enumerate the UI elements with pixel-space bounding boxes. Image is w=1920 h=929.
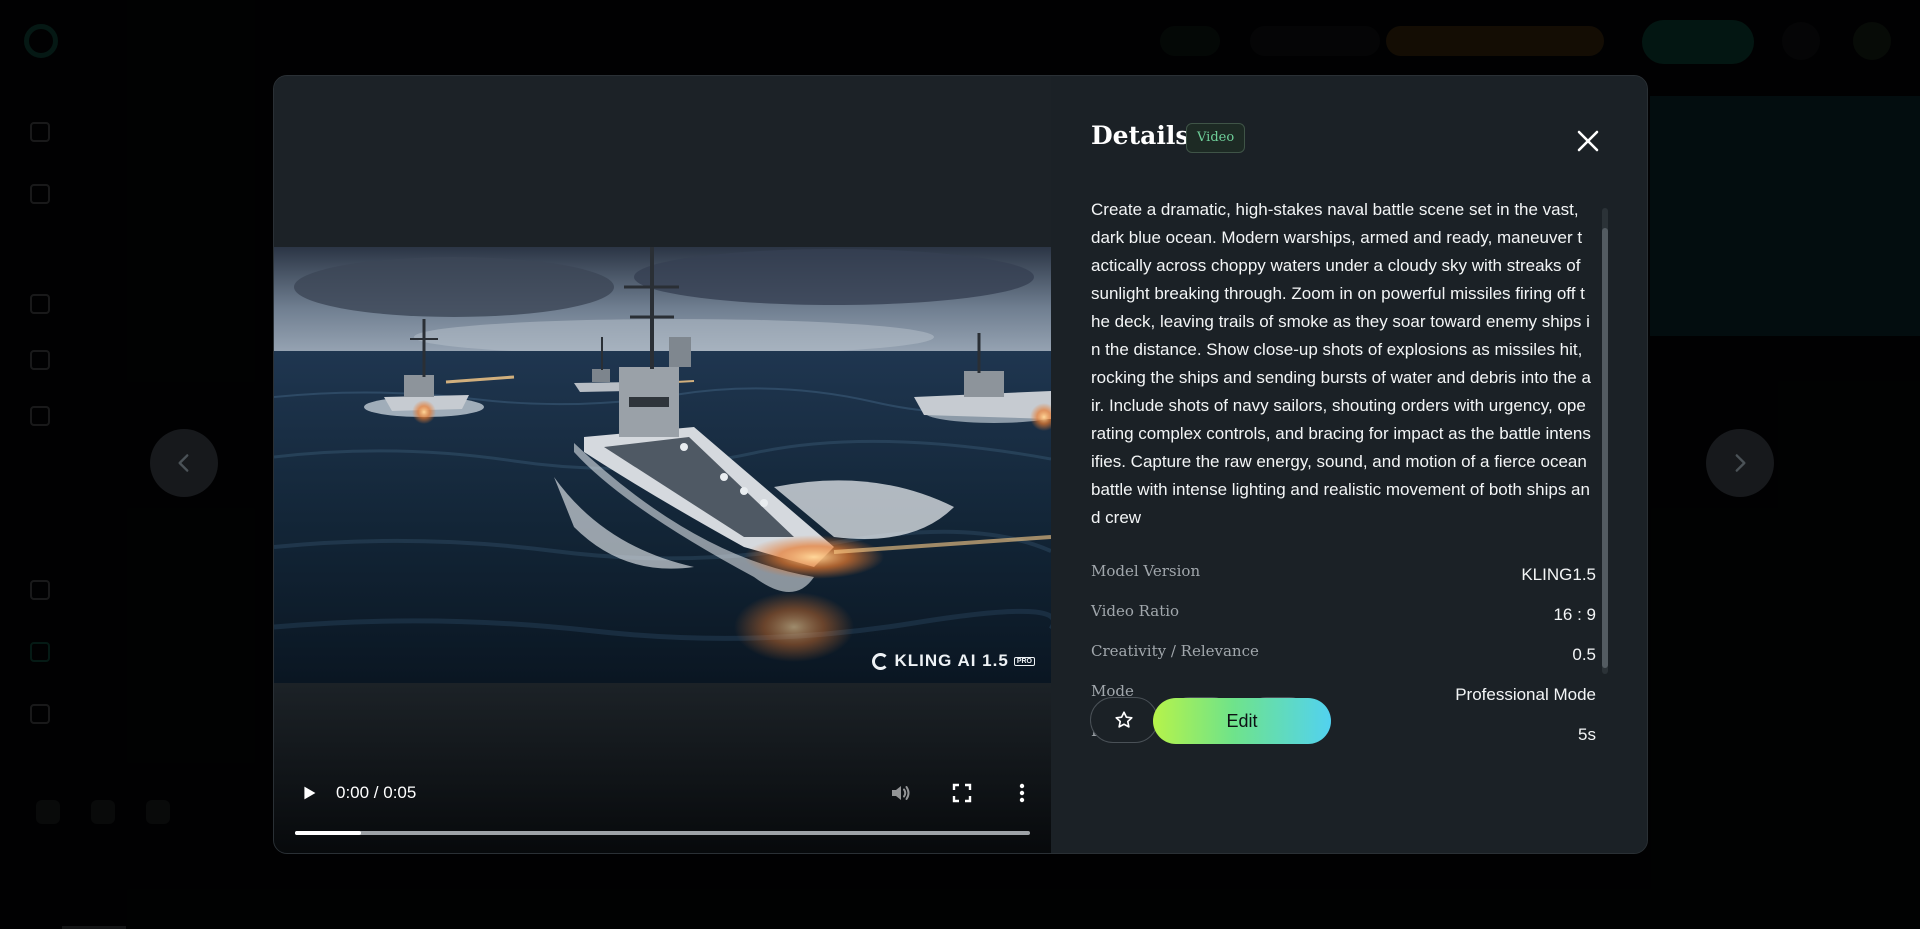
chevron-left-icon: [178, 454, 189, 472]
volume-icon[interactable]: [888, 781, 912, 805]
video-progress-bar[interactable]: [295, 831, 1030, 835]
video-time: 0:00 / 0:05: [336, 783, 417, 802]
video-controls: 0:00 / 0:05: [274, 683, 1051, 853]
video-player[interactable]: KLING AI 1.5 PRO 0:00 / 0:05: [274, 76, 1051, 853]
prompt-text: Create a dramatic, high-stakes naval bat…: [1091, 200, 1591, 527]
meta-value: Professional Mode: [1455, 685, 1596, 704]
fullscreen-icon[interactable]: [950, 781, 974, 805]
watermark-tag: PRO: [1013, 656, 1035, 666]
previous-button[interactable]: [150, 429, 218, 497]
video-progress-fill: [295, 831, 362, 835]
video-frame[interactable]: KLING AI 1.5 PRO: [274, 247, 1051, 683]
next-button[interactable]: [1706, 429, 1774, 497]
chevron-right-icon: [1735, 454, 1746, 472]
meta-row-model-version: Model Version KLING1.5: [1091, 562, 1596, 588]
meta-row-creativity: Creativity / Relevance 0.5: [1091, 642, 1596, 668]
media-type-badge: Video: [1186, 123, 1246, 153]
meta-value: 0.5: [1572, 645, 1596, 664]
favorite-button[interactable]: [1090, 697, 1158, 743]
play-icon[interactable]: [298, 782, 320, 804]
more-vertical-icon[interactable]: [1010, 781, 1034, 805]
star-icon: [1115, 711, 1133, 728]
meta-value: 5s: [1578, 725, 1596, 744]
meta-value: KLING1.5: [1521, 565, 1596, 584]
meta-row-video-ratio: Video Ratio 16 : 9: [1091, 602, 1596, 628]
prompt-scrollbar[interactable]: [1602, 208, 1608, 674]
details-modal: KLING AI 1.5 PRO 0:00 / 0:05 Details Vid…: [273, 75, 1648, 854]
meta-value: 16 : 9: [1553, 605, 1596, 624]
scrollbar-thumb[interactable]: [1602, 228, 1608, 668]
meta-key: Video Ratio: [1091, 602, 1180, 620]
watermark-text: KLING AI 1.5: [894, 651, 1009, 670]
meta-key: Creativity / Relevance: [1091, 642, 1259, 660]
meta-key: Model Version: [1091, 562, 1201, 580]
video-watermark: KLING AI 1.5 PRO: [872, 651, 1035, 671]
naval-battle-video-still: [274, 247, 1051, 683]
edit-button[interactable]: Edit: [1153, 698, 1331, 744]
prompt-scroll-area[interactable]: Create a dramatic, high-stakes naval bat…: [1091, 196, 1591, 606]
details-title: Details: [1091, 121, 1190, 150]
kling-logo-icon: [872, 652, 890, 670]
close-icon[interactable]: [1573, 126, 1603, 156]
